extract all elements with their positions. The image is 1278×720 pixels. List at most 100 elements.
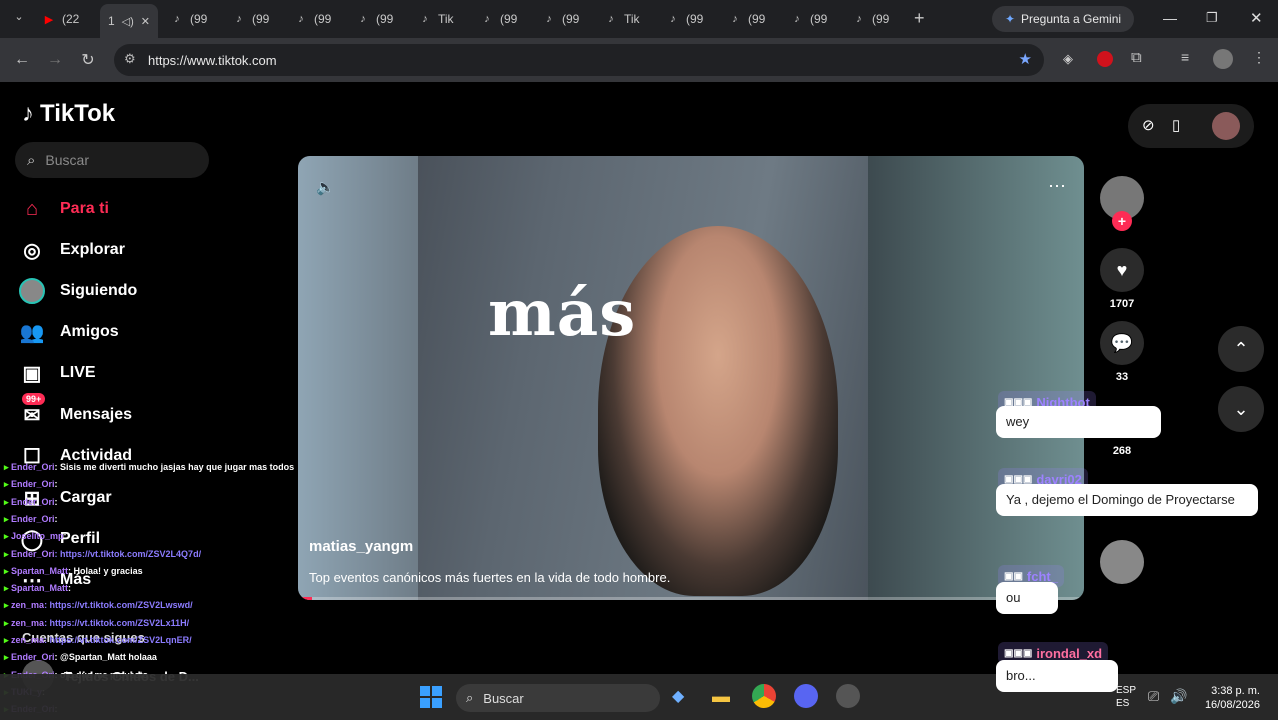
profile-avatar[interactable] — [1213, 49, 1233, 69]
like-button[interactable]: ♥ — [1100, 248, 1144, 292]
chat-text: : https://vt.tiktok.com/ZSV2L4Q7d/ — [54, 548, 202, 559]
browser-tab[interactable]: ▶ (22 — [42, 6, 80, 32]
chat-text: : https://vt.tiktok.com/ZSV2LqnER/ — [44, 635, 192, 645]
follow-plus-icon[interactable]: + — [1112, 211, 1132, 231]
tiktok-icon: ♪ — [794, 13, 800, 25]
media-control-icon[interactable]: ≡ — [1181, 49, 1189, 65]
friends-icon: 👥 — [19, 321, 45, 344]
chat-line: ▸ zen_ma: https://vt.tiktok.com/ZSV2LqnE… — [4, 635, 192, 646]
windows-start-icon[interactable] — [420, 686, 442, 708]
search-icon: ⌕ — [466, 690, 474, 705]
comment-count: 33 — [1115, 371, 1129, 383]
taskbar-search[interactable]: ⌕ Buscar — [456, 684, 660, 712]
following-avatar-icon — [18, 277, 46, 305]
clock[interactable]: 3:38 p. m. 16/08/2026 — [1202, 684, 1260, 712]
bubble-user-name: irondal_xd — [1036, 645, 1103, 661]
nav-messages[interactable]: ✉ 99+ Mensajes — [18, 393, 132, 429]
extension-icon[interactable]: ◈ — [1063, 51, 1073, 67]
browser-tab-label: 1 — [108, 14, 115, 28]
like-count: 1707 — [1109, 298, 1135, 310]
tiktok-logo[interactable]: ♪ TikTok — [22, 100, 115, 128]
video-player[interactable]: más 🔈 ⋯ matias_yangm Top eventos canónic… — [298, 156, 1084, 600]
adblock-icon[interactable] — [1097, 51, 1113, 67]
browser-tab[interactable]: ♪ (99 — [852, 6, 889, 32]
extensions-puzzle-icon[interactable]: ⧉ — [1131, 49, 1142, 66]
volume-icon[interactable]: 🔊 — [1170, 688, 1187, 705]
comment-button[interactable]: 💬 — [1100, 321, 1144, 365]
browser-tab[interactable]: ♪ (99 — [294, 6, 331, 32]
chat-username: zen_ma — [11, 600, 45, 611]
chat-username: Spartan_Matt — [11, 565, 69, 576]
browser-tab[interactable]: ♪ Tik — [418, 6, 454, 32]
video-more-icon[interactable]: ⋯ — [1048, 176, 1066, 197]
browser-tab[interactable]: ♪ (99 — [728, 6, 765, 32]
site-info-icon[interactable]: ⚙ — [124, 51, 136, 67]
url-text: https://www.tiktok.com — [148, 52, 277, 68]
mobile-app-icon[interactable]: ▯ — [1172, 116, 1180, 134]
music-disc[interactable] — [1100, 540, 1144, 584]
bubble-message: bro... — [996, 660, 1118, 692]
youtube-icon: ▶ — [44, 13, 54, 26]
browser-menu-icon[interactable]: ⋮ — [1252, 49, 1266, 66]
language-indicator[interactable]: ESP ES — [1116, 684, 1136, 710]
file-explorer-icon[interactable]: ▬ — [712, 686, 730, 707]
platform-icon: ▸ — [4, 479, 12, 490]
nav-following[interactable]: Siguiendo — [18, 277, 137, 305]
gemini-button[interactable]: ✦ Pregunta a Gemini — [992, 6, 1134, 32]
close-window-button[interactable]: ✕ — [1250, 9, 1263, 27]
coins-icon[interactable]: ⊘ — [1142, 116, 1155, 134]
nav-for-you-label: Para ti — [60, 200, 109, 217]
maximize-button[interactable]: ❐ — [1206, 10, 1218, 26]
address-bar-row: ← → ↻ ⚙ https://www.tiktok.com ★ ◈ ⧉ ≡ ⋮ — [0, 38, 1278, 82]
tab-list-icon[interactable]: ⌄ — [10, 10, 28, 28]
minimize-button[interactable]: — — [1163, 10, 1177, 26]
app-icon[interactable]: ◆ — [672, 686, 684, 706]
reload-button[interactable]: ↻ — [76, 48, 100, 72]
video-progress-bar[interactable] — [298, 597, 1084, 600]
tiktok-icon: ♪ — [732, 13, 738, 25]
browser-tab[interactable]: ♪ (99 — [790, 6, 827, 32]
chat-line: ▸ Ender_Ori: https://vt.tiktok.com/ZSV2L… — [4, 549, 201, 560]
mute-icon[interactable]: 🔈 — [316, 178, 335, 196]
browser-tab[interactable]: ♪ (99 — [232, 6, 269, 32]
browser-tab[interactable]: ♪ Tik — [604, 6, 639, 32]
url-field[interactable]: ⚙ https://www.tiktok.com ★ — [114, 44, 1044, 76]
browser-tab[interactable]: ♪ (99 — [480, 6, 517, 32]
nav-explore-label: Explorar — [60, 241, 125, 258]
top-right-controls: ⊘ ▯ — [1128, 104, 1254, 148]
bubble-message: ou — [996, 582, 1058, 614]
platform-icon: ▸ — [4, 652, 12, 663]
save-count: 268 — [1112, 445, 1132, 457]
browser-tab-label: Tik — [438, 12, 454, 26]
forward-button[interactable]: → — [43, 48, 67, 72]
nav-for-you[interactable]: ⌂ Para ti — [18, 195, 109, 223]
chrome-icon[interactable] — [752, 684, 776, 708]
previous-video-button[interactable]: ⌃ — [1218, 326, 1264, 372]
nav-friends[interactable]: 👥 Amigos — [18, 318, 119, 346]
browser-tab-bar: ⌄ ▶ (22 1 ◁) ✕ ♪ (99 ♪ (99 ♪ (99 ♪ (99 ♪ Tik ♪ (99 ♪ (99 ♪ T… — [0, 0, 1278, 38]
language-code: ESP — [1116, 685, 1137, 696]
browser-tab[interactable]: ♪ (99 — [170, 6, 207, 32]
discord-icon[interactable] — [794, 684, 818, 708]
browser-tab[interactable]: 1 ◁) ✕ — [100, 4, 158, 38]
close-tab-icon[interactable]: ✕ — [141, 15, 150, 28]
bookmark-star-icon[interactable]: ★ — [1019, 50, 1032, 68]
chat-username: Ender_Ori — [11, 462, 55, 472]
browser-tab[interactable]: ♪ (99 — [666, 6, 703, 32]
gemini-label: Pregunta a Gemini — [1021, 12, 1122, 26]
browser-tab[interactable]: ♪ (99 — [542, 6, 579, 32]
browser-tab[interactable]: ♪ (99 — [356, 6, 393, 32]
user-avatar[interactable] — [1212, 112, 1240, 140]
chat-text: : — [68, 583, 72, 594]
steam-icon[interactable] — [836, 684, 860, 708]
next-video-button[interactable]: ⌄ — [1218, 386, 1264, 432]
tiktok-search-input[interactable]: ⌕ Buscar — [15, 142, 209, 178]
nav-live[interactable]: ▣ LIVE — [18, 359, 96, 387]
video-author[interactable]: matias_yangm — [309, 538, 413, 555]
new-tab-button[interactable]: + — [914, 8, 925, 29]
video-bg-wall — [298, 156, 418, 600]
nav-explore[interactable]: ◎ Explorar — [18, 236, 125, 264]
network-icon[interactable]: ⎚ — [1148, 688, 1159, 705]
tiktok-icon: ♪ — [174, 13, 180, 25]
back-button[interactable]: ← — [10, 48, 34, 72]
